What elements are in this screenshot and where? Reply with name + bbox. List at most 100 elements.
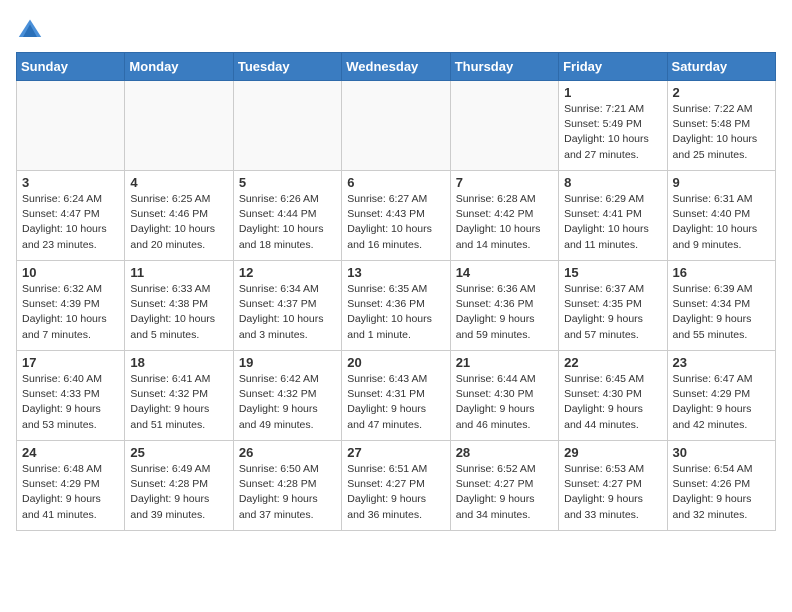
day-number: 6: [347, 175, 444, 190]
day-info: Sunrise: 6:42 AM Sunset: 4:32 PM Dayligh…: [239, 372, 336, 433]
day-number: 22: [564, 355, 661, 370]
day-number: 19: [239, 355, 336, 370]
day-cell: 20Sunrise: 6:43 AM Sunset: 4:31 PM Dayli…: [342, 351, 450, 441]
day-cell: 29 Sunrise: 6:53 AM Sunset: 4:27 PM Dayli…: [559, 441, 667, 531]
day-cell: 14 Sunrise: 6:36 AM Sunset: 4:36 PM Dayli…: [450, 261, 558, 351]
day-cell: 9 Sunrise: 6:31 AM Sunset: 4:40 PM Daylig…: [667, 171, 775, 261]
weekday-header-thursday: Thursday: [450, 53, 558, 81]
day-number: 23: [673, 355, 770, 370]
day-info: Sunrise: 6:40 AM Sunset: 4:33 PM Dayligh…: [22, 372, 119, 433]
day-info: Sunrise: 6:37 AM Sunset: 4:35 PM Dayligh…: [564, 282, 661, 343]
day-number: 7: [456, 175, 553, 190]
day-cell: [342, 81, 450, 171]
day-cell: 18Sunrise: 6:41 AM Sunset: 4:32 PM Dayli…: [125, 351, 233, 441]
day-cell: 10 Sunrise: 6:32 AM Sunset: 4:39 PM Dayli…: [17, 261, 125, 351]
day-cell: 17 Sunrise: 6:40 AM Sunset: 4:33 PM Dayli…: [17, 351, 125, 441]
day-info: Sunrise: 6:48 AM Sunset: 4:29 PM Dayligh…: [22, 462, 119, 523]
day-number: 26: [239, 445, 336, 460]
day-info: Sunrise: 6:52 AM Sunset: 4:27 PM Dayligh…: [456, 462, 553, 523]
week-row-1: 1 Sunrise: 7:21 AM Sunset: 5:49 PM Daylig…: [17, 81, 776, 171]
day-number: 29: [564, 445, 661, 460]
day-cell: 11 Sunrise: 6:33 AM Sunset: 4:38 PM Dayli…: [125, 261, 233, 351]
day-cell: 24 Sunrise: 6:48 AM Sunset: 4:29 PM Dayli…: [17, 441, 125, 531]
day-info: Sunrise: 7:22 AM Sunset: 5:48 PM Dayligh…: [673, 102, 770, 163]
day-cell: 23 Sunrise: 6:47 AM Sunset: 4:29 PM Dayli…: [667, 351, 775, 441]
day-cell: 8 Sunrise: 6:29 AM Sunset: 4:41 PM Daylig…: [559, 171, 667, 261]
logo-icon: [16, 16, 44, 44]
day-cell: 13 Sunrise: 6:35 AM Sunset: 4:36 PM Dayli…: [342, 261, 450, 351]
weekday-header-sunday: Sunday: [17, 53, 125, 81]
week-row-4: 17 Sunrise: 6:40 AM Sunset: 4:33 PM Dayli…: [17, 351, 776, 441]
day-info: Sunrise: 6:29 AM Sunset: 4:41 PM Dayligh…: [564, 192, 661, 253]
day-info: Sunrise: 6:32 AM Sunset: 4:39 PM Dayligh…: [22, 282, 119, 343]
day-number: 1: [564, 85, 661, 100]
day-info: Sunrise: 6:36 AM Sunset: 4:36 PM Dayligh…: [456, 282, 553, 343]
calendar: SundayMondayTuesdayWednesdayThursdayFrid…: [16, 52, 776, 531]
day-info: Sunrise: 6:50 AM Sunset: 4:28 PM Dayligh…: [239, 462, 336, 523]
day-number: 18: [130, 355, 227, 370]
day-number: 27: [347, 445, 444, 460]
day-cell: 3Sunrise: 6:24 AM Sunset: 4:47 PM Daylig…: [17, 171, 125, 261]
day-number: 5: [239, 175, 336, 190]
week-row-2: 3Sunrise: 6:24 AM Sunset: 4:47 PM Daylig…: [17, 171, 776, 261]
day-info: Sunrise: 6:27 AM Sunset: 4:43 PM Dayligh…: [347, 192, 444, 253]
day-info: Sunrise: 6:31 AM Sunset: 4:40 PM Dayligh…: [673, 192, 770, 253]
day-info: Sunrise: 6:25 AM Sunset: 4:46 PM Dayligh…: [130, 192, 227, 253]
day-number: 25: [130, 445, 227, 460]
day-cell: 26 Sunrise: 6:50 AM Sunset: 4:28 PM Dayli…: [233, 441, 341, 531]
day-info: Sunrise: 6:45 AM Sunset: 4:30 PM Dayligh…: [564, 372, 661, 433]
day-number: 24: [22, 445, 119, 460]
day-info: Sunrise: 6:34 AM Sunset: 4:37 PM Dayligh…: [239, 282, 336, 343]
day-number: 14: [456, 265, 553, 280]
day-info: Sunrise: 6:53 AM Sunset: 4:27 PM Dayligh…: [564, 462, 661, 523]
weekday-header-friday: Friday: [559, 53, 667, 81]
day-number: 12: [239, 265, 336, 280]
day-info: Sunrise: 6:33 AM Sunset: 4:38 PM Dayligh…: [130, 282, 227, 343]
day-info: Sunrise: 6:39 AM Sunset: 4:34 PM Dayligh…: [673, 282, 770, 343]
day-info: Sunrise: 6:49 AM Sunset: 4:28 PM Dayligh…: [130, 462, 227, 523]
day-cell: 25 Sunrise: 6:49 AM Sunset: 4:28 PM Dayli…: [125, 441, 233, 531]
page-header: [16, 16, 776, 44]
day-cell: 5Sunrise: 6:26 AM Sunset: 4:44 PM Daylig…: [233, 171, 341, 261]
day-cell: 12 Sunrise: 6:34 AM Sunset: 4:37 PM Dayli…: [233, 261, 341, 351]
weekday-header-row: SundayMondayTuesdayWednesdayThursdayFrid…: [17, 53, 776, 81]
day-number: 21: [456, 355, 553, 370]
day-number: 8: [564, 175, 661, 190]
day-cell: [17, 81, 125, 171]
weekday-header-tuesday: Tuesday: [233, 53, 341, 81]
day-number: 11: [130, 265, 227, 280]
day-info: Sunrise: 6:35 AM Sunset: 4:36 PM Dayligh…: [347, 282, 444, 343]
day-info: Sunrise: 6:47 AM Sunset: 4:29 PM Dayligh…: [673, 372, 770, 433]
week-row-3: 10 Sunrise: 6:32 AM Sunset: 4:39 PM Dayli…: [17, 261, 776, 351]
day-info: Sunrise: 7:21 AM Sunset: 5:49 PM Dayligh…: [564, 102, 661, 163]
day-cell: 28Sunrise: 6:52 AM Sunset: 4:27 PM Dayli…: [450, 441, 558, 531]
day-cell: [125, 81, 233, 171]
day-info: Sunrise: 6:28 AM Sunset: 4:42 PM Dayligh…: [456, 192, 553, 253]
day-cell: 27 Sunrise: 6:51 AM Sunset: 4:27 PM Dayli…: [342, 441, 450, 531]
weekday-header-wednesday: Wednesday: [342, 53, 450, 81]
day-info: Sunrise: 6:51 AM Sunset: 4:27 PM Dayligh…: [347, 462, 444, 523]
day-cell: 15 Sunrise: 6:37 AM Sunset: 4:35 PM Dayli…: [559, 261, 667, 351]
day-number: 2: [673, 85, 770, 100]
day-cell: 22 Sunrise: 6:45 AM Sunset: 4:30 PM Dayli…: [559, 351, 667, 441]
day-cell: 7 Sunrise: 6:28 AM Sunset: 4:42 PM Daylig…: [450, 171, 558, 261]
week-row-5: 24 Sunrise: 6:48 AM Sunset: 4:29 PM Dayli…: [17, 441, 776, 531]
day-number: 9: [673, 175, 770, 190]
day-cell: [450, 81, 558, 171]
day-number: 20: [347, 355, 444, 370]
day-number: 10: [22, 265, 119, 280]
day-number: 30: [673, 445, 770, 460]
day-cell: 16 Sunrise: 6:39 AM Sunset: 4:34 PM Dayli…: [667, 261, 775, 351]
weekday-header-saturday: Saturday: [667, 53, 775, 81]
day-cell: 1 Sunrise: 7:21 AM Sunset: 5:49 PM Daylig…: [559, 81, 667, 171]
day-number: 17: [22, 355, 119, 370]
weekday-header-monday: Monday: [125, 53, 233, 81]
day-cell: 2 Sunrise: 7:22 AM Sunset: 5:48 PM Daylig…: [667, 81, 775, 171]
day-number: 13: [347, 265, 444, 280]
day-number: 16: [673, 265, 770, 280]
day-cell: 19 Sunrise: 6:42 AM Sunset: 4:32 PM Dayli…: [233, 351, 341, 441]
day-info: Sunrise: 6:54 AM Sunset: 4:26 PM Dayligh…: [673, 462, 770, 523]
day-info: Sunrise: 6:24 AM Sunset: 4:47 PM Dayligh…: [22, 192, 119, 253]
day-number: 15: [564, 265, 661, 280]
day-cell: 30 Sunrise: 6:54 AM Sunset: 4:26 PM Dayli…: [667, 441, 775, 531]
